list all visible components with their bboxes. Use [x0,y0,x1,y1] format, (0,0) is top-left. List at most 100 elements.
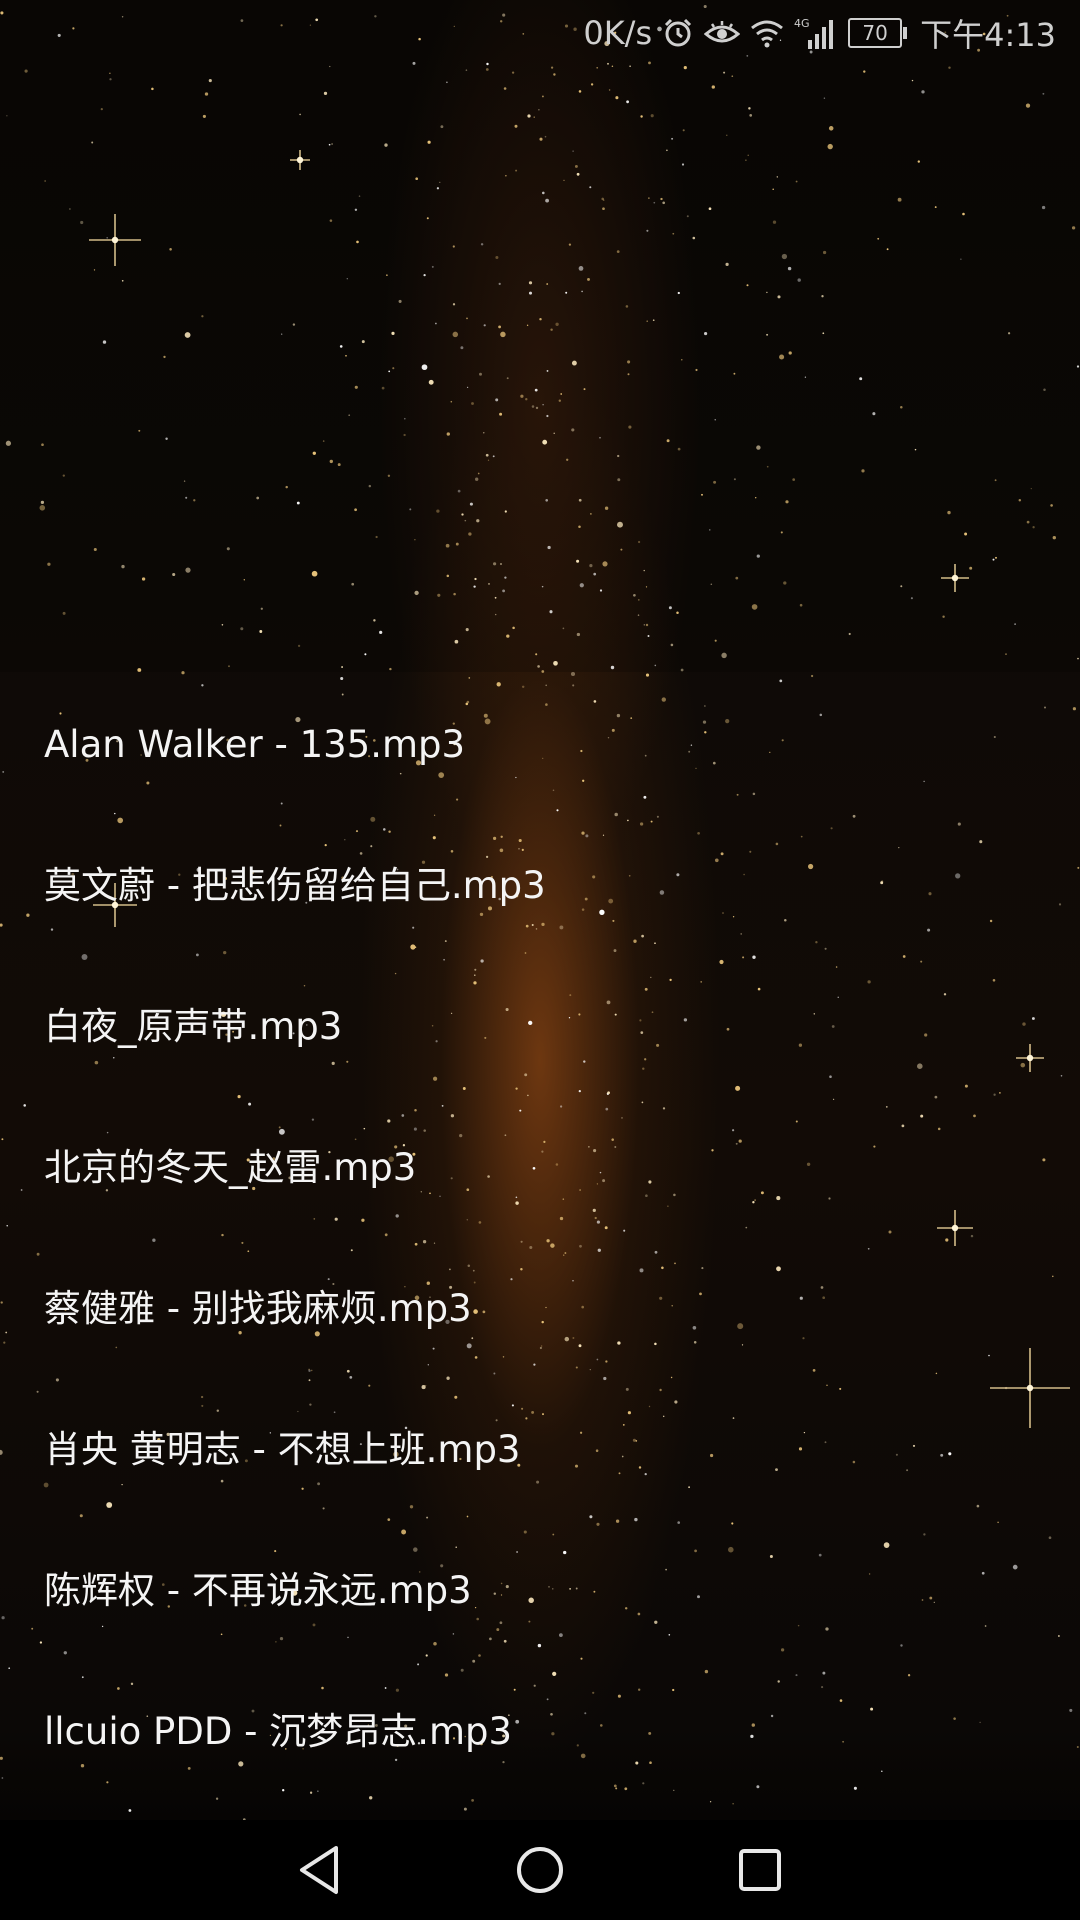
sparkle-core [951,574,959,582]
star [578,498,582,502]
star [285,485,288,489]
star [531,405,535,408]
star [498,325,501,329]
recents-button[interactable] [732,1842,788,1898]
star [1014,623,1016,625]
star [128,1809,132,1812]
star [354,208,358,211]
star [495,255,499,260]
star [480,243,484,246]
star [346,278,348,280]
star [445,543,450,548]
eye-icon [704,18,741,48]
star [549,610,553,614]
song-item[interactable]: 蔡健雅 - 别找我麻烦.mp3 [0,1236,1080,1377]
star [653,201,656,204]
star [726,134,728,136]
song-item[interactable]: 白夜_原声带.mp3 [0,954,1080,1095]
star [454,639,459,644]
star [545,198,549,203]
star [542,439,548,445]
star [348,414,351,417]
star [785,500,789,504]
star [311,570,318,577]
star [165,437,168,440]
star [788,351,792,355]
star [799,603,803,607]
star [384,143,388,147]
star [711,85,715,89]
star [466,317,468,320]
star [514,124,518,128]
star [526,324,529,326]
star [553,73,556,76]
star [446,81,448,84]
star [593,572,597,576]
home-button[interactable] [512,1842,568,1898]
star [681,359,683,361]
star [256,496,260,500]
song-item[interactable]: Alan Walker - 135.mp3 [0,672,1080,813]
star [533,116,535,118]
star [1030,487,1032,490]
star [404,417,406,420]
star [547,545,551,550]
star [714,639,717,642]
star [934,206,937,209]
star [666,439,670,443]
star [386,274,388,276]
status-bar: 0K/s 4G 70 下午4:13 [0,0,1080,66]
star [626,100,630,104]
star [415,177,419,181]
star [364,653,367,656]
star [452,303,456,306]
star [747,154,749,156]
star [695,368,698,372]
star [900,585,903,588]
star [106,236,109,239]
star [797,278,801,282]
star [452,331,459,338]
song-item[interactable]: 莫文蔚 - 把悲伤留给自己.mp3 [0,813,1080,954]
star [566,458,569,461]
star [748,107,751,110]
star [452,245,455,248]
song-item[interactable]: 肖央 黄明志 - 不想上班.mp3 [0,1377,1080,1518]
star [446,432,450,436]
net-speed: 0K/s [583,14,653,52]
star [617,454,620,458]
star [660,197,663,201]
song-item[interactable]: 北京的冬天_赵雷.mp3 [0,1095,1080,1236]
star [80,220,84,225]
star [535,406,539,410]
star [202,114,206,118]
star [93,547,97,552]
star [483,432,485,434]
star [625,305,629,308]
star [766,333,769,336]
star [493,562,497,566]
star [460,346,464,350]
star [41,443,44,447]
star [677,291,680,295]
star [476,519,480,523]
star [475,477,479,481]
star [969,566,973,570]
star [446,574,450,578]
back-button[interactable] [292,1842,348,1898]
song-item[interactable]: llcuio PDD - 沉梦昂志.mp3 [0,1659,1080,1800]
star [379,630,383,635]
song-item[interactable]: 陈辉权 - 不再说永远.mp3 [0,1518,1080,1659]
star [494,596,497,599]
star [828,126,834,131]
star [576,172,580,176]
recents-icon [739,1849,781,1891]
star [646,320,648,322]
star [62,474,65,477]
star [994,479,997,482]
star [495,613,497,616]
star [735,576,739,580]
star [1043,388,1046,391]
star [859,377,863,381]
star [281,333,283,335]
